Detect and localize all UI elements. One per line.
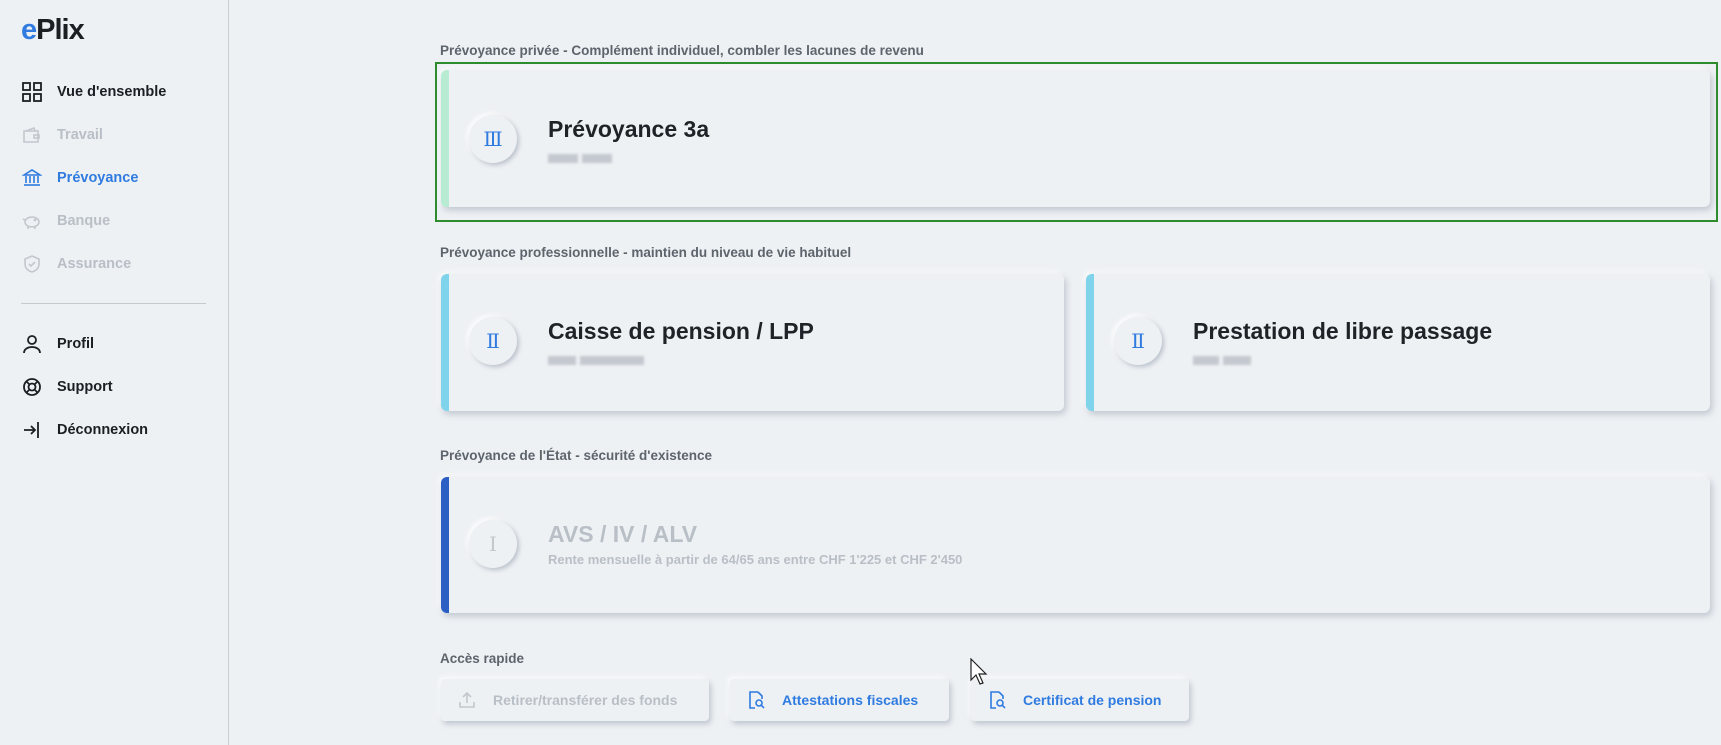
user-icon — [21, 333, 43, 355]
card-subtitle: Rente mensuelle à partir de 64/65 ans en… — [548, 552, 963, 567]
sidebar-item-label: Prévoyance — [57, 169, 139, 186]
account-nav: Profil Support Déconnexion — [21, 322, 148, 451]
button-label: Retirer/transférer des fonds — [493, 692, 678, 708]
sidebar-item-support[interactable]: Support — [21, 365, 148, 408]
sidebar: ePlix Vue d'ensemble Travail Prévoyance … — [0, 0, 229, 745]
card-title: Prestation de libre passage — [1193, 318, 1493, 344]
selection-highlight — [435, 62, 1718, 222]
withdraw-transfer-button[interactable]: Retirer/transférer des fonds — [441, 679, 709, 721]
tax-certificates-button[interactable]: Attestations fiscales — [730, 679, 949, 721]
pillar-1-icon: Ⅰ — [469, 520, 517, 568]
card-avs-iv-alv[interactable]: Ⅰ AVS / IV / ALV Rente mensuelle à parti… — [441, 477, 1710, 613]
card-accent-bar — [441, 274, 449, 411]
card-libre-passage[interactable]: Ⅱ Prestation de libre passage — [1086, 274, 1710, 411]
sidebar-item-label: Déconnexion — [57, 421, 149, 438]
card-accent-bar — [1086, 274, 1094, 411]
sidebar-item-deconnexion[interactable]: Déconnexion — [21, 408, 148, 451]
sidebar-item-label: Assurance — [57, 255, 132, 272]
sidebar-item-profil[interactable]: Profil — [21, 322, 148, 365]
lifebuoy-icon — [21, 376, 43, 398]
shield-check-icon — [21, 253, 43, 275]
button-label: Certificat de pension — [1023, 692, 1162, 708]
card-amount-redacted — [548, 352, 648, 367]
section-label-private: Prévoyance privée - Complément individue… — [440, 43, 924, 58]
wallet-icon — [21, 124, 43, 146]
card-title: AVS / IV / ALV — [548, 521, 698, 547]
sidebar-divider — [21, 303, 206, 304]
sidebar-item-label: Vue d'ensemble — [57, 83, 167, 100]
sidebar-item-assurance[interactable]: Assurance — [21, 242, 166, 285]
sidebar-item-label: Profil — [57, 335, 95, 352]
section-label-state: Prévoyance de l'État - sécurité d'existe… — [440, 448, 713, 463]
main-nav: Vue d'ensemble Travail Prévoyance Banque… — [21, 70, 166, 285]
grid-icon — [21, 81, 43, 103]
card-title: Caisse de pension / LPP — [548, 318, 814, 344]
sidebar-item-label: Banque — [57, 212, 111, 229]
card-amount-redacted — [1193, 352, 1255, 367]
mouse-cursor-icon — [970, 657, 990, 691]
pillar-2-icon: Ⅱ — [469, 317, 517, 365]
sidebar-item-label: Support — [57, 378, 113, 395]
eplix-logo[interactable]: ePlix — [21, 14, 85, 47]
card-caisse-de-pension[interactable]: Ⅱ Caisse de pension / LPP — [441, 274, 1064, 411]
section-label-quick-access: Accès rapide — [440, 651, 525, 666]
upload-icon — [457, 690, 477, 710]
piggy-bank-icon — [21, 210, 43, 232]
logout-icon — [21, 419, 43, 441]
document-search-icon — [746, 690, 766, 710]
sidebar-item-label: Travail — [57, 126, 103, 143]
sidebar-item-prevoyance[interactable]: Prévoyance — [21, 156, 166, 199]
section-label-professional: Prévoyance professionnelle - maintien du… — [440, 245, 852, 260]
card-accent-bar — [441, 477, 449, 613]
button-label: Attestations fiscales — [782, 692, 919, 708]
sidebar-item-vue-ensemble[interactable]: Vue d'ensemble — [21, 70, 166, 113]
sidebar-item-travail[interactable]: Travail — [21, 113, 166, 156]
document-search-icon — [987, 690, 1007, 710]
sidebar-item-banque[interactable]: Banque — [21, 199, 166, 242]
pension-certificate-button[interactable]: Certificat de pension — [971, 679, 1189, 721]
bank-icon — [21, 167, 43, 189]
pillar-2-icon: Ⅱ — [1114, 317, 1162, 365]
